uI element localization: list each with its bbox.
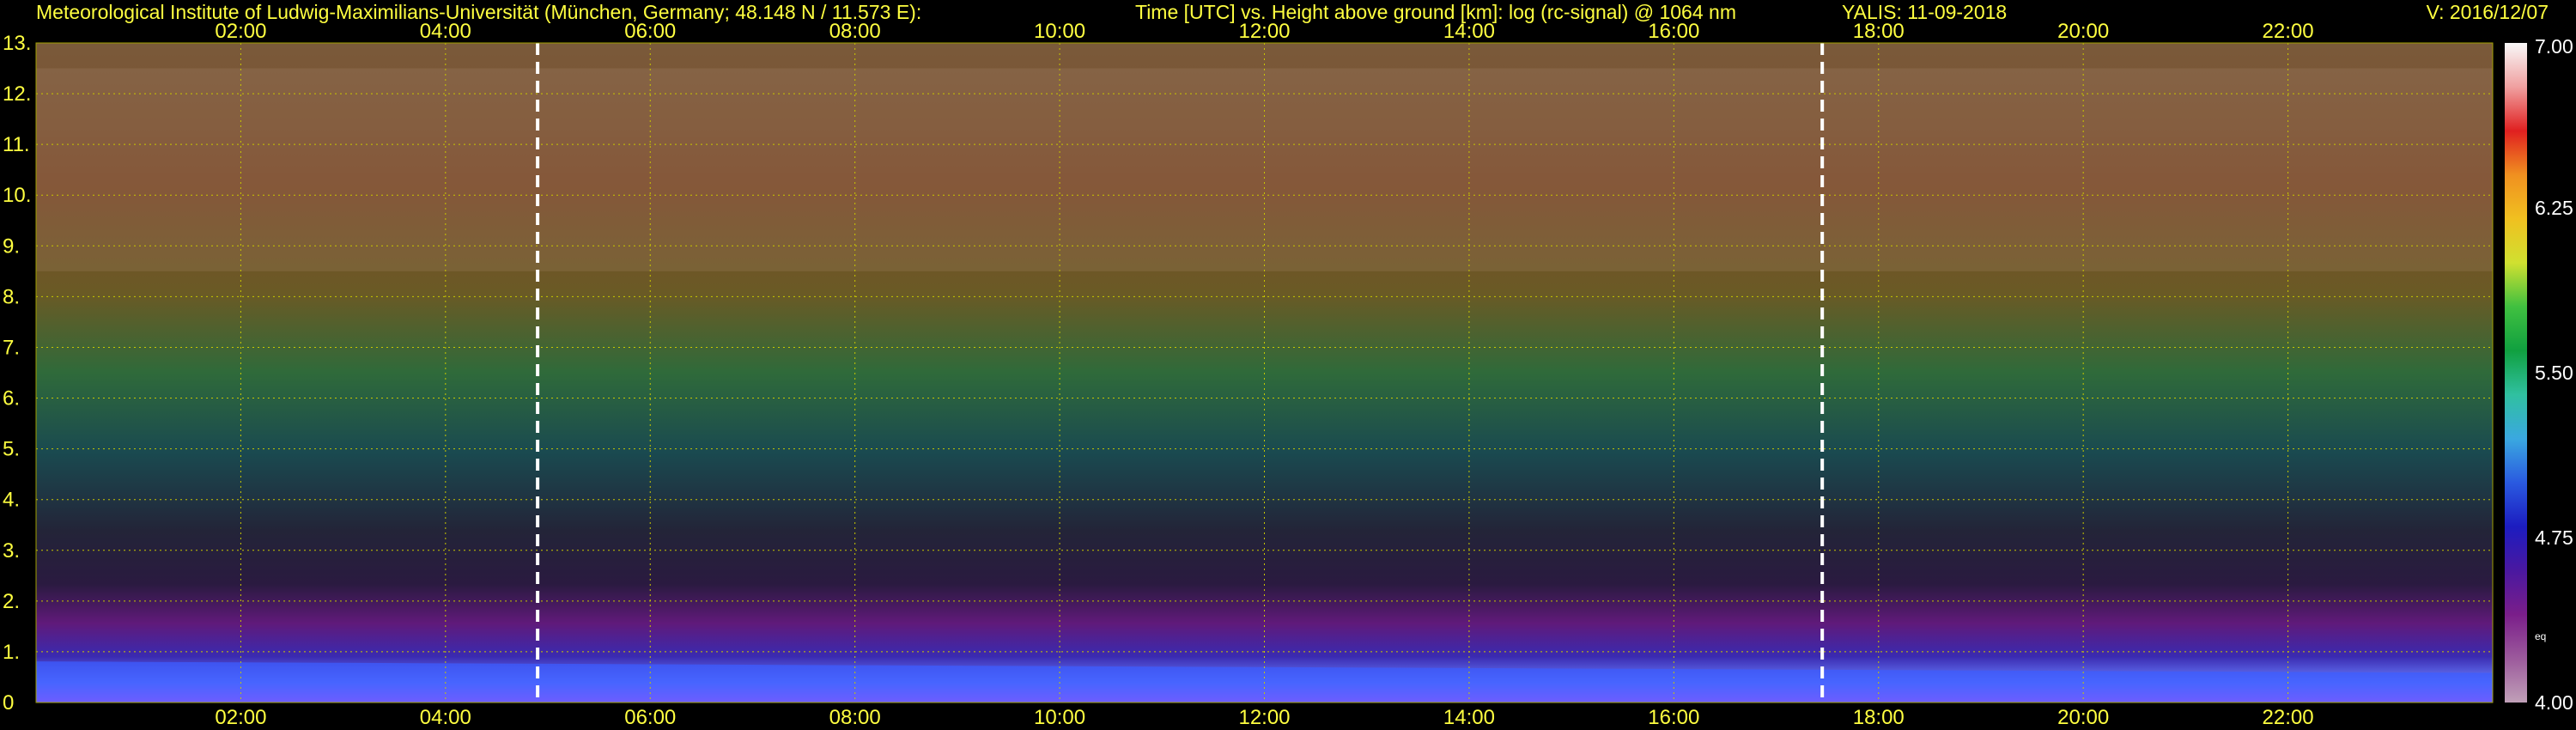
cirrus-layer — [36, 68, 2493, 271]
y-tick-label: 8. — [3, 285, 20, 308]
x-tick-label-bottom: 18:00 — [1853, 706, 1905, 729]
header-institute: Meteorological Institute of Ludwig-Maxim… — [36, 1, 922, 23]
x-tick-label-top: 20:00 — [2057, 20, 2109, 43]
y-tick-label: 4. — [3, 489, 20, 512]
x-tick-label-bottom: 14:00 — [1443, 706, 1495, 729]
x-tick-label-bottom: 08:00 — [829, 706, 881, 729]
x-tick-label-bottom: 06:00 — [624, 706, 676, 729]
colorbar-tick-label: 4.00 — [2535, 691, 2573, 714]
colorbar-tick-label: 7.00 — [2535, 35, 2573, 58]
y-tick-label: 3. — [3, 539, 20, 563]
x-tick-label-top: 22:00 — [2263, 20, 2314, 43]
lidar-time-height-chart: 02:0002:0004:0004:0006:0006:0008:0008:00… — [3, 20, 2573, 729]
header-station-date: YALIS: 11-09-2018 — [1842, 1, 2008, 23]
y-tick-label: 10. — [3, 184, 31, 207]
y-tick-label: 1. — [3, 641, 20, 664]
colorbar-tick-label: 6.25 — [2535, 197, 2573, 219]
header-plot-title: Time [UTC] vs. Height above ground [km]:… — [1135, 1, 1736, 23]
colorbar-tick-label: 5.50 — [2535, 362, 2573, 384]
colorbar-small-label: eq — [2535, 630, 2546, 642]
x-tick-label-bottom: 04:00 — [420, 706, 471, 729]
y-tick-label: 7. — [3, 336, 20, 359]
x-tick-label-bottom: 02:00 — [215, 706, 266, 729]
y-tick-label: 9. — [3, 234, 20, 258]
y-tick-label: 12. — [3, 82, 31, 106]
y-tick-label: 6. — [3, 387, 20, 411]
header-version: V: 2016/12/07 — [2426, 1, 2549, 23]
x-tick-label-bottom: 20:00 — [2057, 706, 2109, 729]
y-tick-label: 11. — [3, 133, 30, 156]
y-tick-label: 0 — [3, 691, 14, 715]
x-tick-label-bottom: 16:00 — [1648, 706, 1699, 729]
y-tick-label: 2. — [3, 590, 20, 613]
y-tick-label: 13. — [3, 32, 31, 55]
x-tick-label-bottom: 10:00 — [1034, 706, 1085, 729]
x-tick-label-bottom: 12:00 — [1238, 706, 1290, 729]
colorbar — [2505, 43, 2527, 703]
y-tick-label: 5. — [3, 438, 20, 461]
x-tick-label-bottom: 22:00 — [2263, 706, 2314, 729]
x-tick-label-top: 10:00 — [1034, 20, 1085, 43]
colorbar-tick-label: 4.75 — [2535, 526, 2573, 549]
